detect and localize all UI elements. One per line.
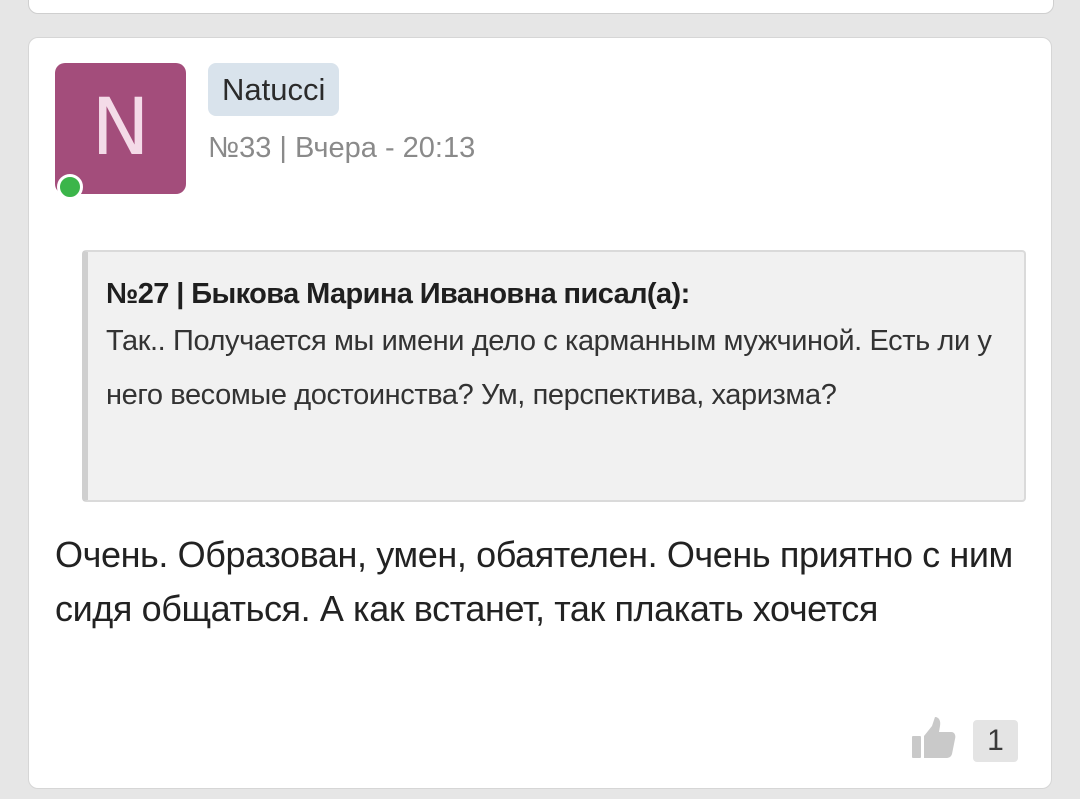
username-badge[interactable]: Natucci xyxy=(208,63,340,116)
post-card: N Natucci №33 | Вчера - 20:13 №27 | Быко… xyxy=(28,37,1052,789)
previous-post-card xyxy=(28,0,1054,14)
thumbs-up-icon xyxy=(912,717,956,758)
quote-text: Так.. Получается мы имени дело с карманн… xyxy=(106,325,992,411)
like-count: 1 xyxy=(973,720,1018,762)
quote-header: №27 | Быкова Марина Ивановна писал(а): xyxy=(106,278,690,310)
quote-block: №27 | Быкова Марина Ивановна писал(а): Т… xyxy=(82,250,1026,502)
like-button[interactable] xyxy=(909,714,959,764)
post-body-text: Очень. Образован, умен, обаятелен. Очень… xyxy=(55,534,1013,629)
post-meta: №33 | Вчера - 20:13 xyxy=(208,132,476,164)
online-status-indicator xyxy=(57,174,83,200)
